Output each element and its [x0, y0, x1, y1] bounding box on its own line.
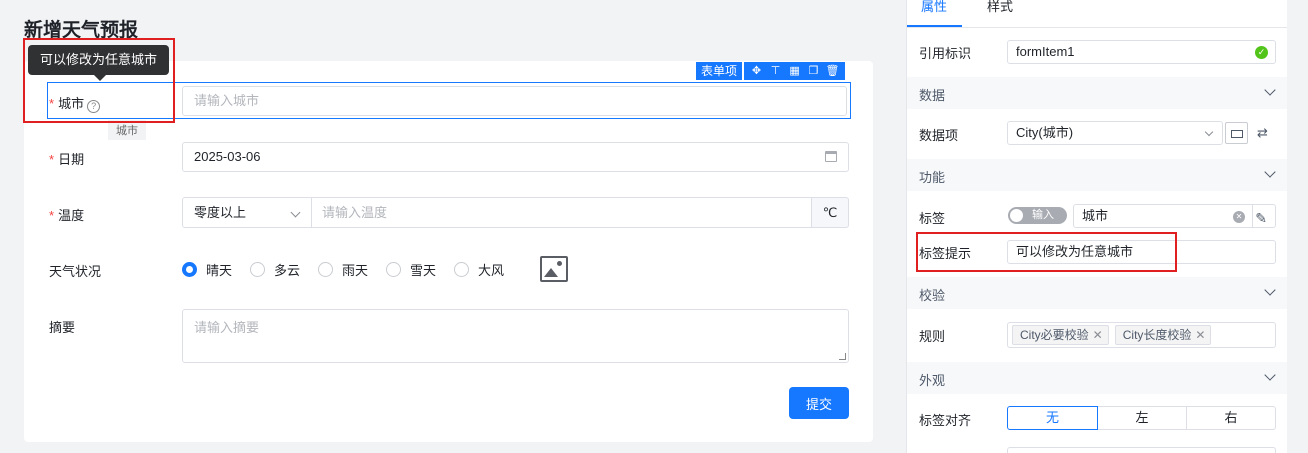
- temperature-label: * 温度: [49, 208, 85, 223]
- radio-icon[interactable]: [250, 262, 265, 277]
- copy-icon[interactable]: ❐: [804, 62, 823, 80]
- chevron-down-icon: [1264, 84, 1276, 96]
- chevron-down-icon: [1264, 166, 1276, 178]
- temperature-input[interactable]: 请输入温度: [311, 197, 812, 228]
- image-icon[interactable]: [540, 256, 568, 282]
- grid-icon[interactable]: ▦: [785, 62, 804, 80]
- align-left-button[interactable]: 左: [1097, 406, 1187, 430]
- edit-icon[interactable]: ✎: [1255, 207, 1267, 229]
- calendar-icon[interactable]: [825, 151, 837, 162]
- clear-icon[interactable]: ✕: [1233, 211, 1245, 223]
- tag-label: 标签: [919, 211, 946, 226]
- label-align-label: 标签对齐: [919, 413, 972, 428]
- resize-handle-icon[interactable]: [839, 353, 846, 360]
- ref-id-label: 引用标识: [919, 46, 972, 61]
- rules-label: 规则: [919, 329, 946, 344]
- chevron-down-icon: [1264, 369, 1276, 381]
- radio-icon[interactable]: [318, 262, 333, 277]
- city-input[interactable]: 请输入城市: [182, 86, 847, 116]
- tab-divider: [907, 27, 1288, 28]
- section-validation[interactable]: 校验: [907, 277, 1288, 309]
- tab-properties[interactable]: 属性: [921, 0, 947, 27]
- date-label: * 日期: [49, 152, 85, 167]
- rules-select[interactable]: City必要校验 ✕ City长度校验 ✕: [1007, 322, 1276, 348]
- selected-item-toolbar: 表单项 ✥ ⊤ ▦ ❐ 🗑: [696, 62, 846, 80]
- weather-radio-snowy[interactable]: 雪天: [386, 260, 436, 279]
- radio-icon[interactable]: [386, 262, 401, 277]
- check-icon: ✓: [1255, 46, 1268, 59]
- align-top-icon[interactable]: ⊤: [766, 62, 785, 80]
- ref-id-input[interactable]: formItem1 ✓: [1007, 40, 1276, 64]
- section-data[interactable]: 数据: [907, 77, 1288, 109]
- weather-radio-rainy[interactable]: 雨天: [318, 260, 368, 279]
- weather-radio-cloudy[interactable]: 多云: [250, 260, 300, 279]
- chevron-down-icon: [1264, 284, 1276, 296]
- summary-label: 摘要: [49, 320, 76, 335]
- section-function[interactable]: 功能: [907, 159, 1288, 191]
- close-icon[interactable]: ✕: [1093, 328, 1103, 342]
- move-icon[interactable]: ✥: [747, 62, 766, 80]
- weather-radio-windy[interactable]: 大风: [454, 260, 504, 279]
- data-item-label: 数据项: [919, 128, 959, 143]
- rule-chip: City必要校验 ✕: [1012, 325, 1109, 345]
- required-mark: *: [49, 208, 55, 223]
- next-field-input[interactable]: [1007, 447, 1276, 453]
- rule-chip: City长度校验 ✕: [1114, 325, 1212, 345]
- chevron-down-icon: [1204, 127, 1214, 137]
- highlight-box-tooltip: [23, 38, 175, 123]
- radio-icon[interactable]: [454, 262, 469, 277]
- weather-radio-sunny[interactable]: 晴天: [182, 260, 232, 279]
- weather-label: 天气状况: [49, 264, 102, 279]
- panel-scrollbar[interactable]: [1287, 0, 1308, 453]
- field-card-icon[interactable]: [1225, 122, 1248, 144]
- submit-button[interactable]: 提交: [789, 387, 849, 419]
- property-panel: 属性 样式 引用标识 formItem1 ✓ 数据 数据项 City(城市) ⇄…: [906, 0, 1288, 453]
- align-none-button[interactable]: 无: [1007, 406, 1098, 430]
- form-item-tag: 表单项: [696, 62, 743, 80]
- swap-icon[interactable]: ⇄: [1257, 125, 1268, 141]
- required-mark: *: [49, 152, 55, 167]
- summary-textarea[interactable]: 请输入摘要: [182, 309, 849, 363]
- section-appearance[interactable]: 外观: [907, 362, 1288, 394]
- align-right-button[interactable]: 右: [1186, 406, 1276, 430]
- delete-icon[interactable]: 🗑: [823, 62, 842, 80]
- tag-input[interactable]: 城市 ✕ ✎: [1073, 204, 1276, 228]
- data-item-select[interactable]: City(城市): [1007, 121, 1223, 145]
- close-icon[interactable]: ✕: [1195, 328, 1205, 342]
- chevron-down-icon: [290, 207, 301, 218]
- date-input[interactable]: 2025-03-06: [182, 142, 849, 172]
- temperature-range-select[interactable]: 零度以上: [182, 197, 312, 228]
- input-toggle-switch[interactable]: 输入: [1008, 207, 1067, 224]
- field-name-tag: 城市: [108, 120, 146, 140]
- temperature-unit: ℃: [811, 197, 849, 228]
- radio-checked-icon[interactable]: [182, 262, 197, 277]
- highlight-box-tag-hint: [916, 232, 1177, 272]
- tab-styles[interactable]: 样式: [987, 0, 1013, 27]
